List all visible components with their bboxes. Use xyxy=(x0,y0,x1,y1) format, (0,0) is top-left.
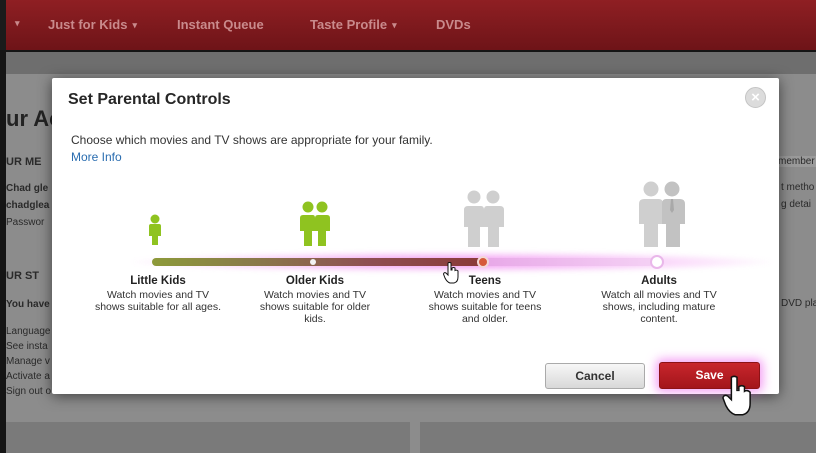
background-text: DVD pla xyxy=(781,298,816,309)
hand-cursor-icon xyxy=(443,262,459,284)
nav-instant-queue-label: Instant Queue xyxy=(177,17,264,32)
background-button: member xyxy=(774,156,816,167)
slider-stop-adults[interactable] xyxy=(650,255,664,269)
hand-cursor-icon xyxy=(722,375,751,416)
slider-stop-older-kids[interactable] xyxy=(310,259,316,265)
little-kid-icon xyxy=(149,214,161,245)
adults-icon xyxy=(639,181,685,247)
section-heading: UR ME xyxy=(6,156,42,168)
chevron-down-icon: ▾ xyxy=(10,15,20,30)
parental-controls-dialog: Set Parental Controls × Choose which mov… xyxy=(52,78,779,394)
level-description: Watch movies and TV shows suitable for o… xyxy=(259,289,371,325)
nav-dvds-label: DVDs xyxy=(436,17,471,32)
background-text: Chad gle xyxy=(6,183,49,194)
cancel-button[interactable]: Cancel xyxy=(545,363,645,389)
close-icon: × xyxy=(751,89,760,106)
close-button[interactable]: × xyxy=(745,87,766,108)
level-adults[interactable]: Adults Watch all movies and TV shows, in… xyxy=(594,275,724,325)
top-navigation: Just for Kids ▾ Instant Queue Taste Profi… xyxy=(0,0,816,50)
more-info-link[interactable]: More Info xyxy=(71,150,122,164)
level-little-kids[interactable]: Little Kids Watch movies and TV shows su… xyxy=(93,275,223,313)
background-link: t metho xyxy=(781,182,815,193)
background-link: Sign out o xyxy=(6,386,52,397)
nav-caret-left: ▾ xyxy=(15,18,20,28)
background-bar xyxy=(6,52,816,74)
level-name: Teens xyxy=(468,275,502,287)
background-panel xyxy=(420,422,816,453)
background-link: g detai xyxy=(781,199,812,210)
level-name: Adults xyxy=(641,275,677,287)
background-text: chadglea xyxy=(6,200,50,211)
background-panel xyxy=(6,422,410,453)
dialog-title: Set Parental Controls xyxy=(68,91,231,108)
level-name: Little Kids xyxy=(130,275,186,287)
background-link: Activate a xyxy=(6,371,50,382)
level-description: Watch movies and TV shows suitable for a… xyxy=(94,289,222,313)
slider-track-filled[interactable] xyxy=(152,258,486,266)
slider-handle[interactable] xyxy=(477,256,489,268)
teens-icon xyxy=(464,190,504,247)
dialog-description: Choose which movies and TV shows are app… xyxy=(71,133,433,147)
level-description: Watch all movies and TV shows, including… xyxy=(601,289,717,325)
nav-just-for-kids[interactable]: Just for Kids ▾ xyxy=(48,17,137,32)
background-link: See insta xyxy=(6,341,48,352)
nav-just-for-kids-label: Just for Kids xyxy=(48,17,128,32)
section-heading: UR ST xyxy=(6,270,39,282)
nav-taste-profile-label: Taste Profile xyxy=(310,17,388,32)
slider-track-empty[interactable] xyxy=(484,258,660,266)
background-link: Manage v xyxy=(6,356,50,367)
chevron-down-icon: ▾ xyxy=(392,20,397,30)
level-description: Watch movies and TV shows suitable for t… xyxy=(428,289,542,325)
background-text: Passwor xyxy=(6,217,45,228)
level-teens[interactable]: Teens Watch movies and TV shows suitable… xyxy=(420,275,550,325)
older-kids-icon xyxy=(300,201,330,246)
nav-taste-profile[interactable]: Taste Profile ▾ xyxy=(310,17,397,32)
background-text: You have xyxy=(6,299,50,310)
level-name: Older Kids xyxy=(285,275,345,287)
nav-dvds[interactable]: DVDs xyxy=(436,17,471,32)
level-older-kids[interactable]: Older Kids Watch movies and TV shows sui… xyxy=(250,275,380,325)
chevron-down-icon: ▾ xyxy=(132,20,137,30)
nav-instant-queue[interactable]: Instant Queue xyxy=(177,17,264,32)
background-link: Language xyxy=(6,326,51,337)
